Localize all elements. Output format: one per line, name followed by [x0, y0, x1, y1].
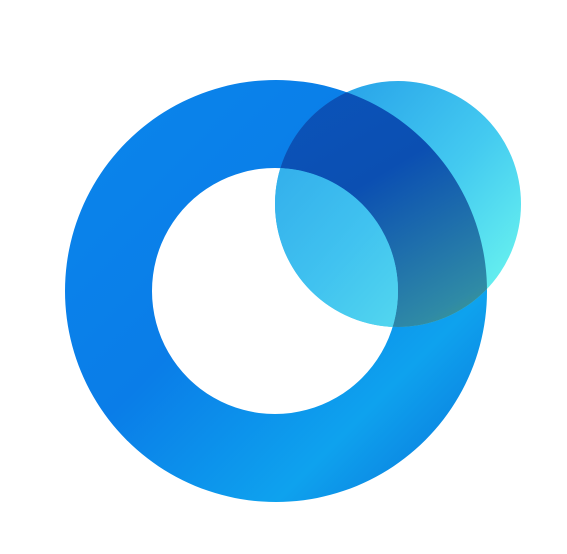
logo-canvas	[0, 0, 567, 554]
logo-icon	[65, 80, 521, 502]
